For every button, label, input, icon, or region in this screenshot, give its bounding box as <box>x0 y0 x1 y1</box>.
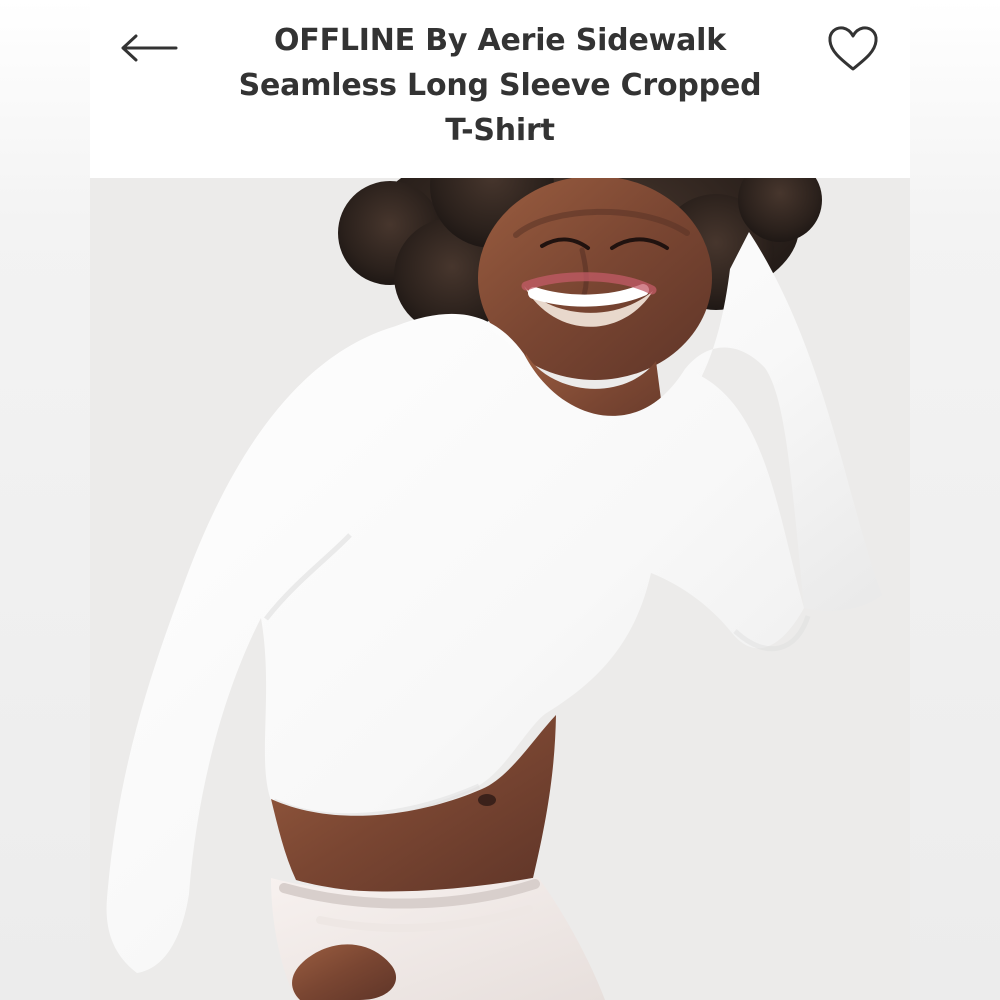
product-detail-screen: OFFLINE By Aerie Sidewalk Seamless Long … <box>90 0 910 1000</box>
product-title: OFFLINE By Aerie Sidewalk Seamless Long … <box>238 23 762 148</box>
right-background-fill <box>910 0 1000 1000</box>
product-header: OFFLINE By Aerie Sidewalk Seamless Long … <box>90 0 910 178</box>
product-image <box>90 178 910 1000</box>
back-arrow-icon <box>121 34 178 62</box>
favorite-button[interactable] <box>824 22 882 76</box>
screenshot-canvas: OFFLINE By Aerie Sidewalk Seamless Long … <box>0 0 1000 1000</box>
left-background-fill <box>0 0 90 1000</box>
product-photo-illustration <box>90 178 910 1000</box>
back-button[interactable] <box>116 24 182 72</box>
heart-outline-icon <box>828 26 878 71</box>
